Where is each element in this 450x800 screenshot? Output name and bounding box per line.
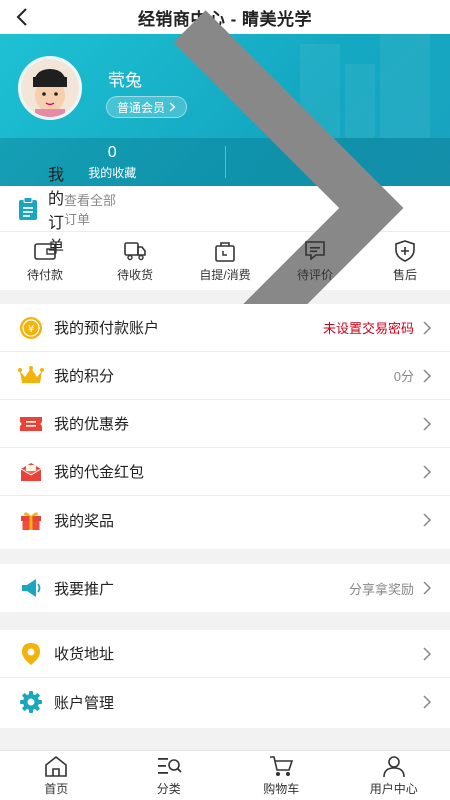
tab-label: 首页	[44, 782, 69, 796]
chevron-right-icon	[423, 368, 432, 383]
category-search-icon	[157, 758, 182, 774]
shield-plus-icon	[395, 239, 415, 262]
row-label: 我的预付款账户	[54, 320, 160, 337]
order-status-label: 自提/消费	[199, 267, 251, 282]
chevron-left-icon	[16, 8, 27, 26]
order-status-label: 待评价	[296, 267, 333, 282]
trade-password-warning: 未设置交易密码	[322, 321, 414, 336]
tab-category[interactable]: 分类	[113, 751, 226, 800]
coin-icon: ¥	[18, 315, 44, 341]
coupon-icon	[18, 411, 44, 437]
chevron-right-icon	[423, 513, 432, 527]
account-card: ¥ 我的预付款账户 未设置交易密码 我的积分 0分 我的优惠券 我的代金红包 我…	[0, 304, 450, 549]
orders-card: 我的订单 查看全部订单 待付款 待收货 自提/消费 待评价 售后	[0, 10, 450, 407]
promo-card: 我要推广 分享拿奖励	[0, 564, 450, 612]
order-status-label: 售后	[392, 267, 417, 282]
order-status-pending-payment[interactable]: 待付款	[0, 232, 90, 290]
bottom-tab-bar: 首页 分类 购物车 用户中心	[0, 750, 450, 800]
row-label: 账户管理	[54, 694, 115, 712]
row-label: 我的代金红包	[54, 464, 145, 481]
account-management-row[interactable]: 账户管理	[0, 678, 450, 726]
svg-text:¥: ¥	[28, 324, 34, 335]
order-status-row: 待付款 待收货 自提/消费 待评价 售后	[0, 232, 450, 290]
chevron-right-icon	[423, 464, 432, 479]
tab-label: 用户中心	[369, 782, 418, 796]
chevron-right-icon	[423, 695, 432, 709]
shipping-address-row[interactable]: 收货地址	[0, 630, 450, 678]
wallet-icon	[34, 242, 56, 260]
row-label: 收货地址	[54, 646, 115, 663]
location-pin-icon	[18, 641, 44, 667]
comment-icon	[305, 240, 325, 261]
points-row[interactable]: 我的积分 0分	[0, 352, 450, 400]
red-envelope-row[interactable]: 我的代金红包	[0, 448, 450, 496]
avatar[interactable]	[18, 56, 82, 120]
order-status-label: 待收货	[116, 267, 153, 282]
order-status-pending-review[interactable]: 待评价	[270, 232, 360, 290]
cart-icon	[270, 756, 294, 776]
gift-icon	[18, 507, 44, 533]
view-all-orders-link[interactable]: 查看全部订单	[64, 190, 121, 228]
order-status-after-sale[interactable]: 售后	[360, 232, 450, 290]
order-status-pending-receipt[interactable]: 待收货	[90, 232, 180, 290]
home-icon	[45, 755, 68, 777]
tab-user-center[interactable]: 用户中心	[338, 751, 450, 800]
settings-card: 收货地址 账户管理	[0, 630, 450, 728]
row-label: 我的优惠券	[54, 416, 130, 433]
crown-icon	[18, 363, 44, 389]
chevron-right-icon	[423, 581, 432, 595]
chevron-right-icon	[423, 416, 432, 431]
promote-row[interactable]: 我要推广 分享拿奖励	[0, 564, 450, 612]
chevron-right-icon	[423, 320, 432, 335]
prizes-row[interactable]: 我的奖品	[0, 496, 450, 544]
promo-hint: 分享拿奖励	[348, 581, 414, 597]
store-bag-icon	[215, 241, 235, 262]
row-label: 我的积分	[54, 368, 115, 385]
user-icon	[382, 756, 405, 778]
orders-header[interactable]: 我的订单 查看全部订单	[0, 10, 450, 407]
points-value: 0分	[393, 369, 414, 384]
red-envelope-icon	[18, 459, 44, 485]
tab-home[interactable]: 首页	[0, 751, 113, 800]
truck-icon	[124, 241, 146, 260]
order-status-pickup[interactable]: 自提/消费	[180, 232, 270, 290]
gear-icon	[18, 689, 44, 715]
row-label: 我的奖品	[54, 512, 115, 530]
chevron-right-icon	[423, 646, 432, 661]
stat-value: 0	[107, 143, 117, 161]
megaphone-icon	[18, 575, 44, 601]
prepaid-account-row[interactable]: ¥ 我的预付款账户 未设置交易密码	[0, 304, 450, 352]
clipboard-icon	[18, 196, 38, 222]
tab-label: 购物车	[263, 782, 300, 796]
order-status-label: 待付款	[26, 267, 63, 282]
back-button[interactable]	[10, 5, 34, 29]
tab-cart[interactable]: 购物车	[225, 751, 338, 800]
row-label: 我要推广	[54, 580, 115, 598]
coupons-row[interactable]: 我的优惠券	[0, 400, 450, 448]
tab-label: 分类	[156, 782, 181, 796]
